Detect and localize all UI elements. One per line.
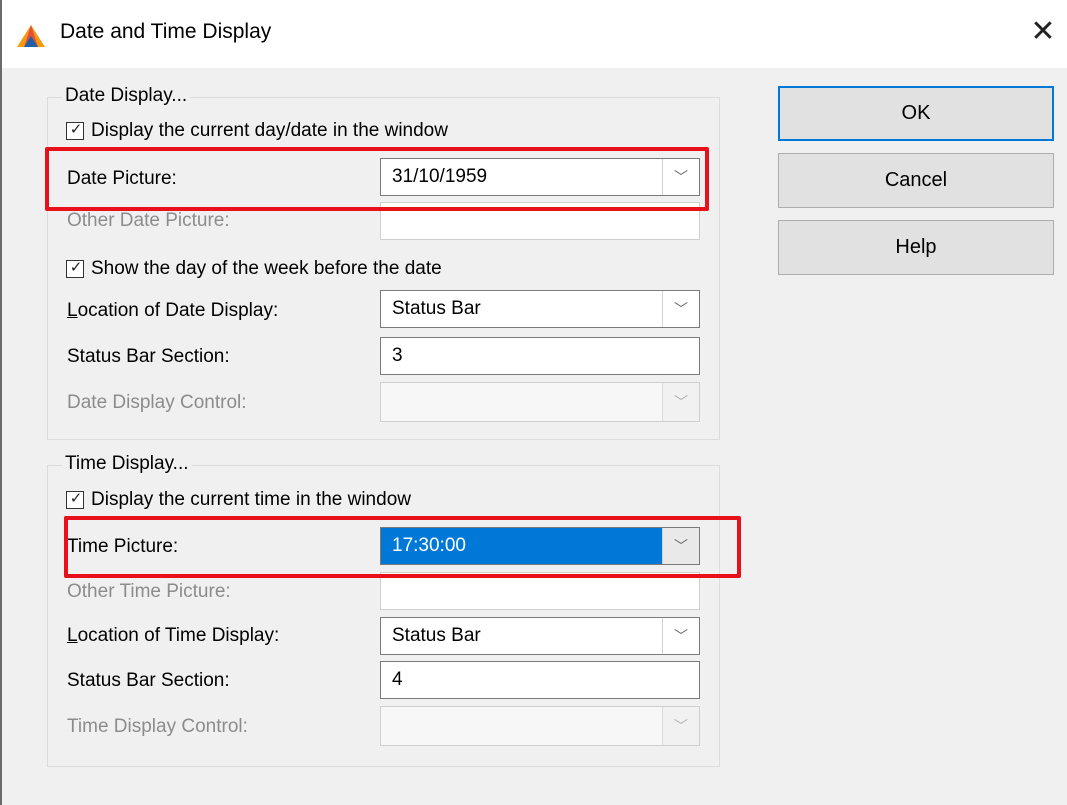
app-logo-icon: [17, 25, 45, 47]
date-display-legend: Date Display...: [62, 85, 191, 107]
location-date-label: Location of Date Display:: [67, 300, 278, 322]
chevron-down-icon[interactable]: ﹀: [662, 291, 699, 327]
show-day-checkbox[interactable]: ✓: [66, 259, 84, 278]
display-date-checkbox-label: Display the current day/date in the wind…: [91, 120, 448, 141]
time-picture-highlight: [64, 516, 741, 578]
display-date-checkbox[interactable]: ✓: [66, 121, 84, 140]
close-icon[interactable]: ✕: [1028, 16, 1058, 48]
location-time-dropdown[interactable]: Status Bar ﹀: [380, 617, 700, 655]
chevron-down-icon[interactable]: ﹀: [662, 618, 699, 654]
date-picture-highlight: [45, 147, 709, 211]
time-display-control-dropdown[interactable]: ﹀: [380, 706, 700, 746]
location-time-value: Status Bar: [392, 625, 481, 646]
display-time-checkbox-label: Display the current time in the window: [91, 489, 411, 510]
location-date-dropdown[interactable]: Status Bar ﹀: [380, 290, 700, 328]
checkmark-icon: ✓: [69, 121, 83, 138]
time-status-bar-section-input[interactable]: 4: [380, 661, 700, 699]
location-time-label-rest: ocation of Time Display:: [77, 625, 280, 646]
window-left-edge: [0, 0, 2, 805]
location-date-label-rest: ocation of Date Display:: [77, 300, 279, 321]
location-time-label: Location of Time Display:: [67, 625, 279, 647]
time-display-control-label: Time Display Control:: [67, 716, 248, 737]
location-time-label-accel: L: [67, 625, 78, 646]
date-status-bar-section-input[interactable]: 3: [380, 337, 700, 375]
help-button[interactable]: Help: [778, 220, 1054, 275]
date-display-control-dropdown[interactable]: ﹀: [380, 382, 700, 422]
date-status-bar-section-label: Status Bar Section:: [67, 346, 230, 367]
other-time-picture-label: Other Time Picture:: [67, 581, 231, 602]
cancel-button[interactable]: Cancel: [778, 153, 1054, 208]
display-time-checkbox-row[interactable]: ✓ Display the current time in the window: [66, 489, 411, 511]
location-date-value: Status Bar: [392, 298, 481, 319]
display-date-checkbox-row[interactable]: ✓ Display the current day/date in the wi…: [66, 120, 448, 142]
checkmark-icon: ✓: [69, 259, 83, 276]
time-status-bar-section-label: Status Bar Section:: [67, 670, 230, 691]
checkmark-icon: ✓: [69, 490, 83, 507]
show-day-checkbox-label: Show the day of the week before the date: [91, 258, 442, 279]
time-display-legend: Time Display...: [62, 453, 192, 475]
chevron-down-icon: ﹀: [662, 383, 699, 421]
date-display-control-label: Date Display Control:: [67, 392, 247, 413]
other-date-picture-label: Other Date Picture:: [67, 210, 230, 231]
show-day-checkbox-row[interactable]: ✓ Show the day of the week before the da…: [66, 258, 442, 280]
window-title: Date and Time Display: [60, 20, 272, 43]
ok-button[interactable]: OK: [778, 86, 1054, 141]
chevron-down-icon: ﹀: [662, 707, 699, 745]
location-date-label-accel: L: [67, 300, 78, 321]
display-time-checkbox[interactable]: ✓: [66, 490, 84, 509]
